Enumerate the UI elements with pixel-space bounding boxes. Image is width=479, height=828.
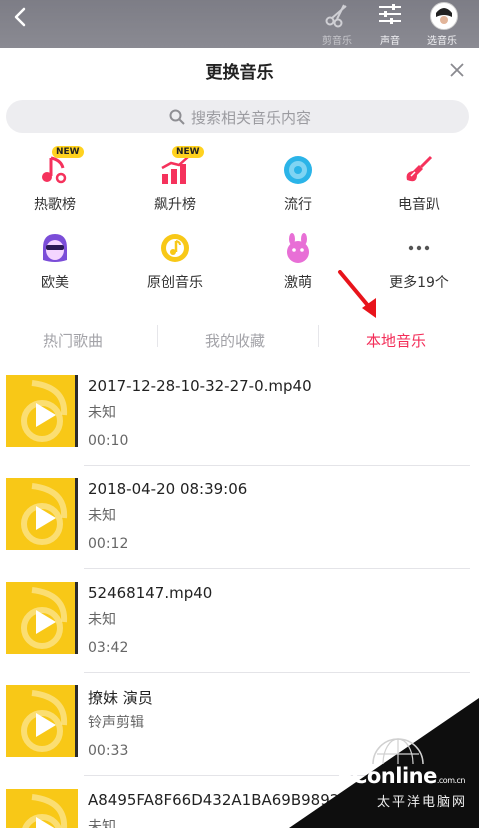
category-hot-songs[interactable]: NEW 热歌榜 — [0, 146, 110, 224]
close-icon[interactable] — [449, 62, 465, 78]
sound-button[interactable]: 声音 — [366, 0, 414, 48]
song-cover[interactable] — [6, 375, 78, 447]
song-duration: 00:33 — [88, 743, 129, 759]
category-pop[interactable]: 流行 — [243, 154, 353, 224]
sliders-icon — [379, 4, 401, 24]
sound-label: 声音 — [380, 36, 400, 47]
watermark-brand: PConline.com.cn — [337, 764, 465, 788]
play-icon — [21, 380, 68, 442]
song-row[interactable]: 52468147.mp40 未知 03:42 — [0, 582, 470, 685]
cut-music-button[interactable]: 剪音乐 — [313, 0, 361, 48]
vinyl-icon — [284, 156, 312, 184]
tab-hot-songs[interactable]: 热门歌曲 — [43, 330, 103, 351]
song-title: 撩妹 演员 — [88, 689, 153, 707]
song-duration: 00:10 — [88, 433, 129, 449]
song-title: 2017-12-28-10-32-27-0.mp40 — [88, 377, 312, 395]
top-toolbar: 剪音乐 声音 选音乐 — [0, 0, 479, 48]
song-duration: 03:42 — [88, 640, 129, 656]
song-row[interactable]: 2017-12-28-10-32-27-0.mp40 未知 00:10 — [0, 375, 470, 478]
song-cover[interactable] — [6, 685, 78, 757]
category-western[interactable]: 欧美 — [0, 232, 110, 302]
play-icon — [21, 483, 68, 545]
song-cover[interactable] — [6, 789, 78, 828]
song-artist: 未知 — [88, 508, 116, 524]
category-rising[interactable]: NEW 飙升榜 — [120, 146, 230, 224]
watermark-chinese: 太平洋电脑网 — [376, 795, 467, 810]
play-icon — [21, 587, 68, 649]
category-label: 热歌榜 — [34, 197, 76, 213]
song-artist: 未知 — [88, 612, 116, 628]
cool-face-icon — [43, 234, 67, 262]
electric-guitar-icon — [406, 155, 433, 182]
category-label: 飙升榜 — [154, 197, 196, 213]
cute-bunny-icon — [287, 233, 309, 263]
category-label: 电音趴 — [398, 197, 440, 213]
category-electronic[interactable]: 电音趴 — [364, 154, 474, 224]
category-label: 原创音乐 — [147, 275, 203, 291]
select-music-button[interactable]: 选音乐 — [418, 0, 466, 48]
row-divider — [84, 672, 470, 673]
song-duration: 00:12 — [88, 536, 129, 552]
hot-music-icon — [42, 156, 67, 184]
cover-edge — [75, 582, 78, 654]
row-divider — [84, 568, 470, 569]
cut-music-label: 剪音乐 — [322, 36, 352, 47]
music-avatar-icon — [430, 2, 458, 30]
more-dots-icon — [408, 245, 430, 251]
select-music-label: 选音乐 — [427, 36, 457, 47]
search-input[interactable]: 搜索相关音乐内容 — [6, 100, 469, 133]
new-badge: NEW — [52, 146, 84, 158]
back-arrow-icon[interactable] — [10, 6, 32, 28]
cover-edge — [75, 375, 78, 447]
song-row[interactable]: 2018-04-20 08:39:06 未知 00:12 — [0, 478, 470, 581]
sheet-title: 更换音乐 — [205, 63, 274, 83]
play-icon — [21, 690, 68, 752]
song-cover[interactable] — [6, 582, 78, 654]
search-icon — [169, 109, 185, 125]
annotation-arrow-icon — [338, 270, 376, 318]
song-title: 2018-04-20 08:39:06 — [88, 480, 248, 498]
cover-edge — [75, 478, 78, 550]
tab-local-music[interactable]: 本地音乐 — [366, 330, 426, 351]
song-title: 52468147.mp40 — [88, 584, 213, 602]
cover-edge — [75, 685, 78, 757]
globe-logo-icon — [372, 738, 424, 765]
scissors-icon — [325, 4, 347, 28]
tab-my-favorites[interactable]: 我的收藏 — [205, 330, 265, 351]
category-original[interactable]: 原创音乐 — [120, 232, 230, 302]
rising-chart-icon — [161, 156, 189, 184]
search-placeholder: 搜索相关音乐内容 — [191, 109, 312, 127]
play-icon — [22, 794, 67, 828]
new-badge: NEW — [172, 146, 204, 158]
original-music-icon — [161, 234, 189, 262]
watermark-domain: .com.cn — [436, 776, 466, 785]
song-artist: 未知 — [88, 819, 116, 828]
row-divider — [84, 465, 470, 466]
category-label: 欧美 — [41, 275, 69, 291]
song-artist: 铃声剪辑 — [88, 715, 144, 731]
song-artist: 未知 — [88, 405, 116, 421]
tab-divider — [318, 325, 319, 347]
watermark-brand-text: PConline — [337, 764, 437, 788]
tab-divider — [157, 325, 158, 347]
song-cover[interactable] — [6, 478, 78, 550]
category-label: 流行 — [284, 197, 312, 213]
